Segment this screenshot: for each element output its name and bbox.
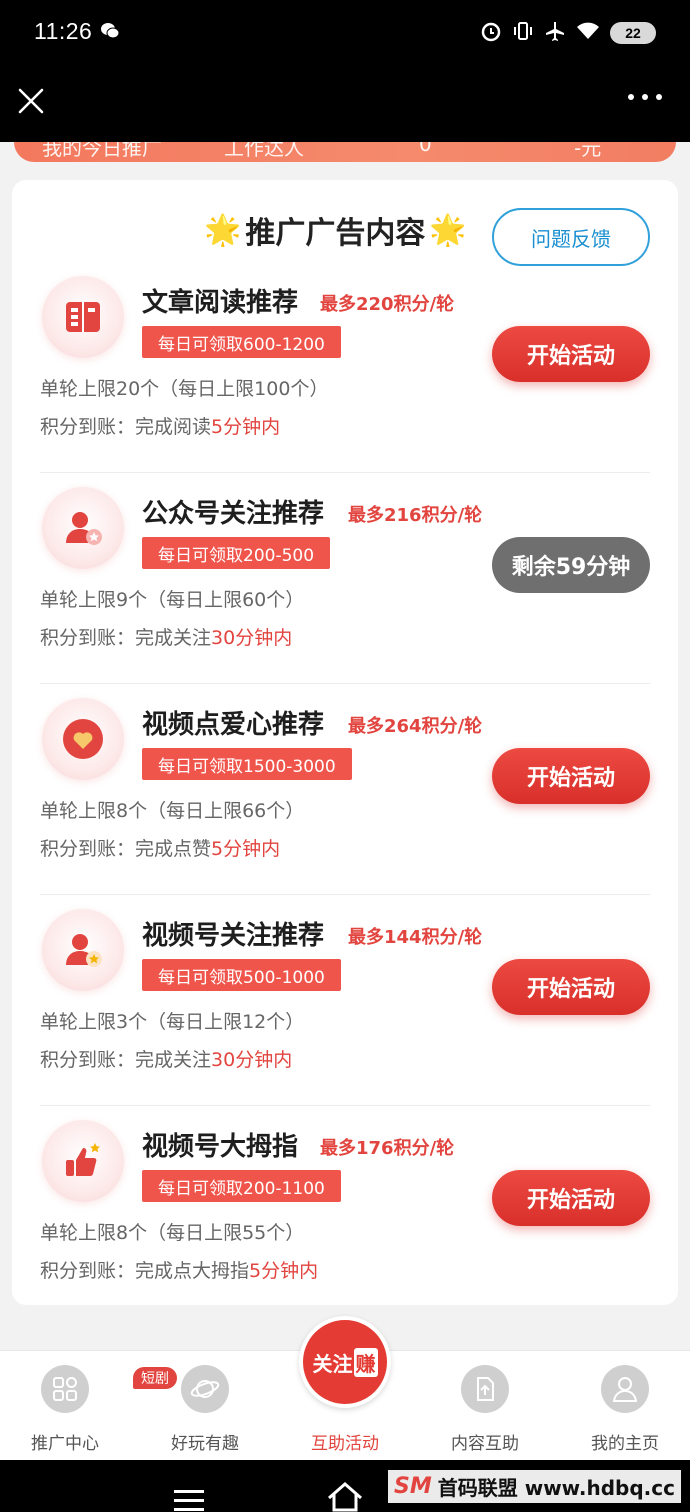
planet-icon: [181, 1365, 229, 1413]
task-arrival: 积分到账：完成关注30分钟内: [40, 1049, 293, 1071]
tab-label: 推广中心: [31, 1434, 99, 1454]
task-arrival: 积分到账：完成阅读5分钟内: [40, 416, 281, 438]
task-max-points: 最多144积分/轮: [348, 927, 483, 948]
task-limit: 单轮上限8个（每日上限55个）: [40, 1222, 305, 1244]
task-limit: 单轮上限8个（每日上限66个）: [40, 800, 305, 822]
task-item: 公众号关注推荐 最多216积分/轮 每日可领取200-500 单轮上限9个（每日…: [40, 473, 650, 684]
task-name: 视频点爱心推荐: [142, 710, 325, 740]
task-item: 视频号关注推荐 最多144积分/轮 每日可领取500-1000 单轮上限3个（每…: [40, 895, 650, 1106]
tab-label: 我的主页: [591, 1434, 659, 1454]
upload-icon: [461, 1365, 509, 1413]
wifi-icon: [576, 21, 600, 45]
start-activity-button[interactable]: 开始活动: [492, 1170, 650, 1226]
vibrate-icon: [512, 20, 534, 46]
task-arrival: 积分到账：完成点大拇指5分钟内: [40, 1260, 319, 1282]
banner-label: 工作达人: [224, 142, 304, 160]
start-activity-button[interactable]: 开始活动: [492, 959, 650, 1015]
tab-label: 好玩有趣: [171, 1434, 239, 1454]
banner-value: -元: [574, 142, 602, 160]
book-icon: [42, 276, 124, 358]
task-daily-tag: 每日可领取200-500: [142, 537, 331, 569]
task-daily-tag: 每日可领取500-1000: [142, 959, 341, 991]
battery-icon: 22: [610, 22, 656, 44]
task-name: 视频号大拇指: [142, 1132, 299, 1162]
more-icon[interactable]: [628, 94, 662, 100]
task-max-points: 最多176积分/轮: [320, 1138, 455, 1159]
alarm-icon: [480, 20, 502, 46]
task-max-points: 最多216积分/轮: [348, 505, 483, 526]
task-daily-tag: 每日可领取200-1100: [142, 1170, 341, 1202]
tab-label: 互助活动: [311, 1434, 379, 1454]
task-name: 文章阅读推荐: [142, 288, 299, 318]
watermark-text: 首码联盟 www.hdbq.cc: [437, 1476, 675, 1500]
airplane-icon: [544, 20, 566, 46]
tab-label: 内容互助: [451, 1434, 519, 1454]
promo-card: 🌟 推广广告内容 🌟 问题反馈 文章阅读推荐 最多220积分/轮 每日可领取60…: [12, 180, 678, 1305]
status-time: 11:26: [34, 18, 93, 44]
status-bar: 11:26 22: [0, 0, 690, 64]
wechat-icon: [100, 22, 120, 44]
status-icons: 22: [480, 20, 656, 46]
grid-icon: [41, 1365, 89, 1413]
thumbs-up-icon: [42, 1120, 124, 1202]
task-max-points: 最多264积分/轮: [348, 716, 483, 737]
center-logo-char: 关: [312, 1351, 333, 1376]
close-icon[interactable]: [16, 86, 46, 116]
menu-icon[interactable]: [174, 1488, 204, 1512]
profile-icon: [601, 1365, 649, 1413]
star-icon: 🌟: [429, 212, 467, 248]
task-arrival: 积分到账：完成点赞5分钟内: [40, 838, 281, 860]
home-icon[interactable]: [325, 1480, 365, 1512]
task-item: 视频号大拇指 最多176积分/轮 每日可领取200-1100 单轮上限8个（每日…: [40, 1106, 650, 1317]
center-logo-button[interactable]: 关注赚: [299, 1316, 391, 1408]
task-name: 公众号关注推荐: [142, 499, 325, 529]
star-icon: 🌟: [204, 212, 242, 248]
feedback-button[interactable]: 问题反馈: [492, 208, 650, 266]
short-drama-badge: 短剧: [133, 1367, 177, 1389]
start-activity-button[interactable]: 开始活动: [492, 748, 650, 804]
task-daily-tag: 每日可领取600-1200: [142, 326, 341, 358]
heart-icon: [42, 698, 124, 780]
tab-my-home[interactable]: 我的主页: [565, 1365, 685, 1461]
watermark: SM 首码联盟 www.hdbq.cc: [388, 1470, 681, 1503]
center-logo-char: 赚: [353, 1347, 378, 1377]
card-title-text: 推广广告内容: [245, 216, 426, 251]
task-limit: 单轮上限20个（每日上限100个）: [40, 378, 329, 400]
card-title: 🌟 推广广告内容 🌟: [204, 208, 467, 252]
user-follow-icon: [42, 487, 124, 569]
cooldown-button[interactable]: 剩余59分钟: [492, 537, 650, 593]
task-limit: 单轮上限3个（每日上限12个）: [40, 1011, 305, 1033]
task-name: 视频号关注推荐: [142, 921, 325, 951]
user-star-icon: [42, 909, 124, 991]
task-item: 视频点爱心推荐 最多264积分/轮 每日可领取1500-3000 单轮上限8个（…: [40, 684, 650, 895]
task-limit: 单轮上限9个（每日上限60个）: [40, 589, 305, 611]
stats-banner: 我的今日推广 工作达人 0 -元: [14, 142, 676, 162]
center-logo-char: 注: [332, 1351, 353, 1376]
start-activity-button[interactable]: 开始活动: [492, 326, 650, 382]
tab-promo-center[interactable]: 推广中心: [5, 1365, 125, 1461]
banner-label: 我的今日推广: [42, 142, 162, 160]
task-item: 文章阅读推荐 最多220积分/轮 每日可领取600-1200 单轮上限20个（每…: [40, 262, 650, 473]
banner-value: 0: [419, 142, 432, 156]
task-daily-tag: 每日可领取1500-3000: [142, 748, 352, 780]
tab-content-mutual[interactable]: 内容互助: [425, 1365, 545, 1461]
task-max-points: 最多220积分/轮: [320, 294, 455, 315]
watermark-logo: SM: [394, 1474, 432, 1499]
title-bar: [0, 64, 690, 142]
task-arrival: 积分到账：完成关注30分钟内: [40, 627, 293, 649]
